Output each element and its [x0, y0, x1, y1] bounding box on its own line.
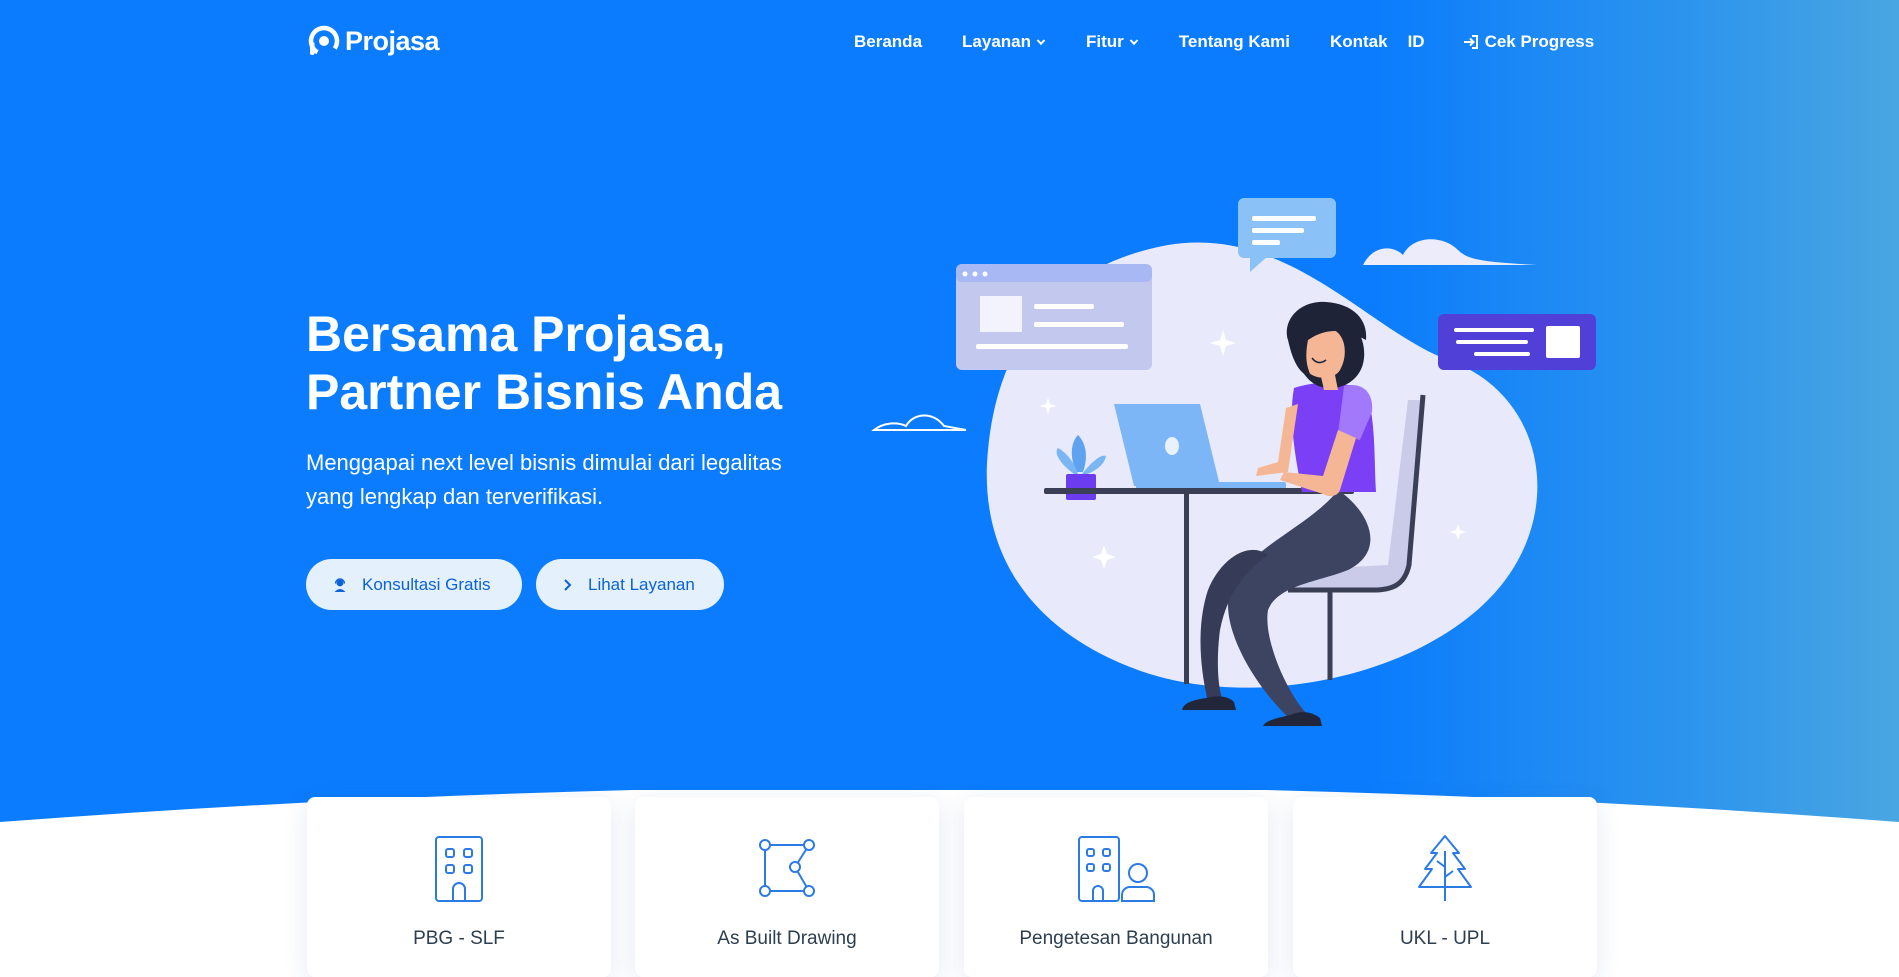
nav-item-tentang-kami[interactable]: Tentang Kami [1179, 32, 1290, 52]
chevron-right-icon [564, 578, 572, 591]
sign-in-icon [1463, 35, 1478, 49]
building-icon [435, 836, 483, 902]
nav-label: Layanan [962, 32, 1032, 51]
hero-subtitle: Menggapai next level bisnis dimulai dari… [306, 450, 782, 509]
lihat-layanan-label: Lihat Layanan [588, 574, 695, 594]
chevron-down-icon [1036, 39, 1046, 46]
main-nav: Beranda Layanan Fitur Tentang Kami Konta… [854, 32, 1594, 52]
nav-label: Fitur [1086, 32, 1124, 51]
language-switcher[interactable]: ID [1408, 32, 1425, 52]
service-card-as-built-drawing[interactable]: As Built Drawing [635, 797, 939, 977]
chevron-down-icon [1129, 39, 1139, 46]
lihat-layanan-button[interactable]: Lihat Layanan [536, 559, 724, 610]
service-card-ukl-upl[interactable]: UKL - UPL [1293, 797, 1597, 977]
language-label: ID [1407, 32, 1425, 51]
service-card-pbg-slf[interactable]: PBG - SLF [307, 797, 611, 977]
nav-label: Beranda [854, 32, 923, 51]
service-card-pengetesan-bangunan[interactable]: Pengetesan Bangunan [964, 797, 1268, 977]
nav-item-layanan[interactable]: Layanan [962, 32, 1046, 52]
nav-item-beranda[interactable]: Beranda [854, 32, 922, 52]
nav-item-kontak[interactable]: Kontak [1330, 32, 1388, 52]
cek-progress-label: Cek Progress [1484, 32, 1595, 51]
brand-logo[interactable]: Projasa [307, 24, 440, 58]
nav-label: Tentang Kami [1178, 32, 1290, 51]
hero-title-line-1: Bersama Projasa, [306, 306, 726, 362]
polygon-nodes-icon [759, 839, 815, 897]
konsultasi-gratis-label: Konsultasi Gratis [362, 574, 491, 594]
service-card-title: Pengetesan Bangunan [1019, 928, 1213, 949]
hero-title-line-2: Partner Bisnis Anda [306, 364, 783, 420]
service-card-title: PBG - SLF [413, 928, 505, 949]
service-card-title: UKL - UPL [1399, 928, 1491, 949]
konsultasi-gratis-button[interactable]: Konsultasi Gratis [306, 559, 522, 610]
building-user-icon [1078, 836, 1155, 902]
cek-progress-link[interactable]: Cek Progress [1463, 32, 1595, 52]
nav-item-fitur[interactable]: Fitur [1086, 32, 1139, 52]
projasa-logo-icon [308, 25, 340, 57]
service-card-title: As Built Drawing [717, 928, 857, 949]
hero-title: Bersama Projasa, Partner Bisnis Anda [306, 305, 866, 421]
hero-bottom-curve [0, 790, 1899, 950]
support-agent-icon [334, 577, 346, 592]
nav-label: Kontak [1329, 32, 1388, 51]
hero-illustration [871, 198, 1596, 726]
tree-icon [1418, 835, 1472, 901]
brand-name: Projasa [345, 25, 440, 56]
